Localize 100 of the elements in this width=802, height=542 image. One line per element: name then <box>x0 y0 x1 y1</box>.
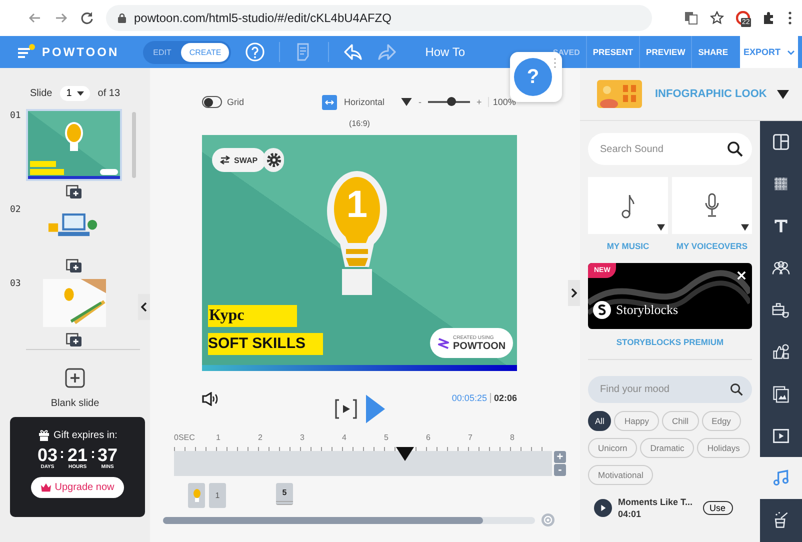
gift-title: Gift expires in: <box>54 430 118 440</box>
look-thumbnail <box>597 80 642 108</box>
lightbulb-icon <box>192 488 200 502</box>
duplicate-slide-icon[interactable] <box>66 333 82 347</box>
dropdown-caret-icon[interactable] <box>400 98 412 106</box>
library-label[interactable]: MY VOICEOVERS <box>676 241 748 251</box>
settings-button[interactable] <box>263 148 284 172</box>
storyblocks-logo-icon <box>593 301 611 319</box>
search-icon <box>727 141 743 157</box>
briefcase-cup-icon <box>772 301 790 319</box>
scrollbar[interactable] <box>132 112 136 178</box>
mood-chip[interactable]: All <box>588 411 612 431</box>
library-label[interactable]: MY MUSIC <box>606 241 650 251</box>
mood-chip[interactable]: Holidays <box>697 438 750 458</box>
playhead[interactable] <box>396 447 414 461</box>
aspect-ratio-label: (16:9) <box>349 119 370 128</box>
promo-caption[interactable]: STORYBLOCKS PREMIUM <box>616 337 724 347</box>
promo-brand: Storyblocks <box>616 302 678 318</box>
upgrade-button[interactable]: Upgrade now <box>30 477 124 498</box>
grid-toggle[interactable] <box>202 96 222 108</box>
crown-icon <box>40 483 51 492</box>
countdown-value: 03 <box>37 446 58 464</box>
mood-search-field[interactable]: Find your mood <box>588 376 752 403</box>
ruler-label: 6 <box>426 433 432 444</box>
people-icon <box>772 259 790 277</box>
collapse-left-button[interactable] <box>138 294 150 320</box>
duplicate-slide-icon[interactable] <box>66 259 82 273</box>
look-title: INFOGRAPHIC LOOK <box>655 88 767 100</box>
slide-number-select[interactable]: 1 <box>60 86 90 100</box>
translate-icon[interactable] <box>684 11 698 25</box>
close-icon[interactable] <box>737 271 746 280</box>
countdown-value: 37 <box>98 446 118 464</box>
mode-tab[interactable]: CREATE <box>181 42 230 62</box>
track-play-button[interactable] <box>594 499 612 517</box>
chevron-right-icon <box>571 288 577 298</box>
help-button[interactable]: ? <box>514 58 552 96</box>
chevron-left-icon <box>141 302 147 312</box>
zoom-in-label[interactable]: + <box>476 97 482 107</box>
swap-icon <box>220 155 230 165</box>
undo-icon[interactable] <box>343 42 364 62</box>
menu-icon[interactable] <box>18 44 36 60</box>
shapes-icon <box>772 343 790 361</box>
dropdown-caret-icon <box>777 90 789 98</box>
slide-thumbnail[interactable] <box>28 111 120 179</box>
zoom-out-label[interactable]: - <box>418 97 422 107</box>
timeline-marker[interactable]: 5 <box>276 483 293 505</box>
play-button[interactable] <box>366 394 385 424</box>
kebab-menu-icon[interactable] <box>788 11 792 25</box>
collapse-right-button[interactable] <box>568 280 580 306</box>
help-icon[interactable] <box>245 42 266 62</box>
swap-button[interactable]: SWAP <box>212 148 266 172</box>
ruler-label: 4 <box>342 433 348 444</box>
orientation-button[interactable]: Horizontal <box>322 94 385 110</box>
zoom-in-button[interactable]: + <box>554 451 566 463</box>
track-title: Moments Like T... <box>618 497 693 507</box>
duplicate-slide-icon[interactable] <box>66 185 82 199</box>
microphone-icon <box>705 192 719 218</box>
gift-icon <box>38 429 50 441</box>
settings-icon <box>266 152 282 168</box>
badge-brand: POWTOON <box>453 340 506 352</box>
mood-chip[interactable]: Happy <box>614 411 660 431</box>
pattern-icon <box>772 175 790 193</box>
logo-icon <box>437 336 450 350</box>
magic-hat-icon <box>772 511 790 529</box>
countdown-value: 21 <box>67 446 88 464</box>
zoom-slider-thumb[interactable] <box>446 97 456 106</box>
current-time: 00:05:25 <box>452 393 491 403</box>
mood-chip[interactable]: Motivational <box>588 465 654 485</box>
mode-tab[interactable]: EDIT <box>145 42 180 62</box>
play-scene-button[interactable] <box>334 398 358 420</box>
timeline-marker[interactable] <box>188 483 205 508</box>
slide-thumbnail[interactable] <box>42 279 106 327</box>
look-header[interactable]: INFOGRAPHIC LOOK <box>580 68 802 121</box>
forward-icon[interactable] <box>54 11 68 25</box>
zoom-out-button[interactable]: - <box>554 464 566 476</box>
extension-icon[interactable] <box>736 11 750 25</box>
library-tile[interactable] <box>588 177 668 234</box>
speaker-icon[interactable] <box>202 392 220 406</box>
mood-chip[interactable]: Unicorn <box>588 438 638 458</box>
reload-icon[interactable] <box>80 11 94 25</box>
sound-search-field[interactable]: Search Sound <box>588 133 752 165</box>
video-icon <box>772 427 790 445</box>
star-icon[interactable] <box>710 11 724 25</box>
project-title[interactable]: How To <box>425 45 466 59</box>
back-icon[interactable] <box>28 11 42 25</box>
use-button[interactable]: Use <box>702 501 733 515</box>
timeline-marker[interactable]: 1 <box>209 483 226 508</box>
mood-chip[interactable]: Edgy <box>702 411 741 431</box>
export-button[interactable]: EXPORT <box>740 36 798 68</box>
add-slide-icon[interactable] <box>65 368 85 388</box>
images-icon <box>772 385 790 403</box>
slide-subtitle: SOFT SKILLS <box>208 333 323 355</box>
blank-slide-label[interactable]: Blank slide <box>0 398 150 409</box>
lock-icon <box>118 13 126 23</box>
mood-chip[interactable]: Chill <box>662 411 699 431</box>
address-bar[interactable]: powtoon.com/html5-studio/#/edit/cKL4bU4AFZQ <box>106 5 652 31</box>
library-tile[interactable] <box>672 177 752 234</box>
slide-number: 01 <box>10 111 22 123</box>
mood-chip[interactable]: Dramatic <box>640 438 694 458</box>
puzzle-icon[interactable] <box>762 11 776 25</box>
